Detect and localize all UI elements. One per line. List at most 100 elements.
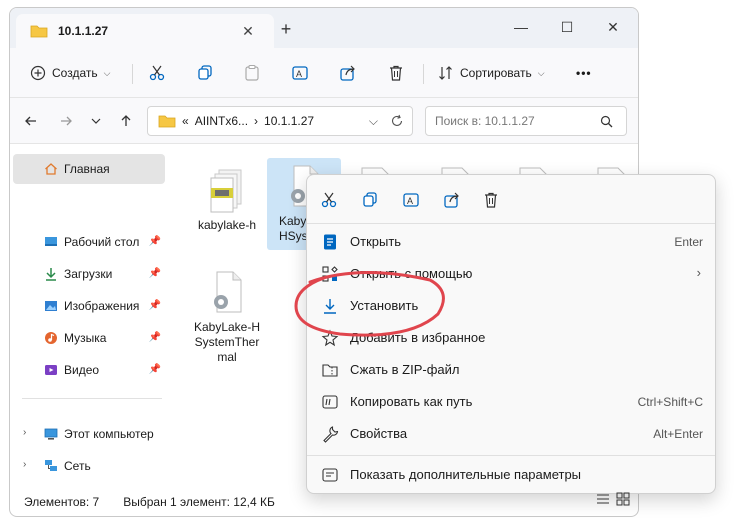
back-button[interactable] [18, 108, 44, 134]
tab-close-icon[interactable]: ✕ [240, 23, 256, 39]
rename-icon: A [403, 193, 419, 207]
chevron-right-icon[interactable]: › [23, 427, 26, 438]
chevron-down-icon: ⌵ [103, 67, 111, 78]
sidebar-item-desktop[interactable]: Рабочий стол 📌 [13, 227, 165, 257]
selection-info: Выбран 1 элемент: 12,4 КБ [123, 495, 275, 509]
context-rename-button[interactable]: A [398, 187, 424, 213]
chevron-down-icon: ⌵ [537, 67, 545, 78]
context-item-label: Свойства [350, 426, 408, 441]
forward-button[interactable] [53, 108, 79, 134]
details-view-icon[interactable] [596, 492, 610, 506]
context-delete-button[interactable] [478, 187, 504, 213]
context-share-button[interactable] [439, 187, 465, 213]
create-button[interactable]: Создать ⌵ [30, 60, 110, 86]
sidebar-item-label: Главная [64, 162, 110, 176]
sidebar-item-music[interactable]: Музыка 📌 [13, 323, 165, 353]
file-name: kabylake-h [197, 218, 257, 232]
svg-text:A: A [296, 69, 302, 79]
context-item-label: Сжать в ZIP-файл [350, 362, 460, 377]
item-count: Элементов: 7 [24, 495, 100, 509]
paste-button[interactable] [243, 60, 261, 86]
sort-label: Сортировать [460, 66, 532, 80]
arrow-left-icon [25, 116, 36, 126]
highlight-ellipse [294, 271, 445, 337]
sort-button[interactable]: Сортировать ⌵ [438, 60, 545, 86]
desktop-icon [45, 237, 57, 246]
copy-button[interactable] [196, 60, 214, 86]
context-cut-button[interactable] [316, 187, 342, 213]
context-item-label: Копировать как путь [350, 394, 473, 409]
download-icon [46, 268, 56, 281]
context-item-label: Показать дополнительные параметры [350, 467, 582, 482]
sidebar-item-label: Изображения [64, 299, 140, 313]
chevron-right-icon: › [696, 265, 701, 280]
context-divider [307, 455, 715, 456]
sort-icon [439, 66, 452, 80]
arrow-right-icon [61, 116, 72, 126]
more-options-icon [322, 468, 338, 482]
more-options-button[interactable]: ••• [576, 60, 592, 86]
breadcrumb-separator: › [254, 114, 259, 128]
new-tab-button[interactable]: + [274, 18, 298, 40]
sidebar-item-home[interactable]: Главная [13, 154, 165, 184]
pin-icon[interactable]: 📌 [149, 300, 161, 311]
pin-icon[interactable]: 📌 [149, 332, 161, 343]
breadcrumb-segment[interactable]: AIINTx6... [195, 114, 248, 128]
sidebar-item-pictures[interactable]: Изображения 📌 [13, 291, 165, 321]
copy-path-icon [322, 395, 338, 409]
breadcrumb-overflow[interactable]: « [182, 114, 189, 128]
share-button[interactable] [339, 60, 357, 86]
context-copy-button[interactable] [357, 187, 383, 213]
refresh-icon[interactable] [390, 114, 404, 128]
context-open[interactable]: Открыть Enter [313, 227, 711, 257]
close-button[interactable]: ✕ [590, 14, 636, 40]
maximize-button[interactable]: ☐ [544, 14, 590, 40]
network-icon [45, 460, 57, 471]
share-icon [340, 65, 355, 81]
sidebar-item-this-pc[interactable]: › Этот компьютер [13, 419, 165, 449]
pin-icon[interactable]: 📌 [149, 236, 161, 247]
toolbar-separator [423, 64, 424, 84]
navigation-pane: Главная Рабочий стол 📌 Загрузки 📌 Изобра… [10, 144, 168, 488]
search-icon[interactable] [600, 115, 613, 128]
file-item[interactable]: KabyLake-HSystemThermal [190, 264, 264, 365]
sidebar-item-label: Загрузки [64, 267, 113, 281]
tab-current[interactable]: 10.1.1.27 ✕ [16, 14, 274, 48]
context-item-shortcut: Ctrl+Shift+C [637, 395, 703, 409]
chevron-down-icon[interactable]: ⌵ [369, 114, 378, 129]
pin-icon[interactable]: 📌 [149, 364, 161, 375]
context-show-more-options[interactable]: Показать дополнительные параметры [313, 460, 711, 490]
sidebar-item-network[interactable]: › Сеть [13, 451, 165, 481]
music-icon [45, 332, 57, 344]
tiles-view-icon[interactable] [616, 492, 630, 506]
address-row: « AIINTx6... › 10.1.1.27 ⌵ Поиск в: 10.1… [10, 98, 638, 144]
file-name: KabyLake-HSystemThermal [193, 320, 261, 364]
breadcrumb-segment[interactable]: 10.1.1.27 [264, 114, 314, 128]
sidebar-item-downloads[interactable]: Загрузки 📌 [13, 259, 165, 289]
chevron-down-icon [91, 118, 101, 124]
file-item[interactable]: kabylake-h [190, 162, 264, 233]
context-copy-path[interactable]: Копировать как путь Ctrl+Shift+C [313, 387, 711, 417]
rename-button[interactable]: A [291, 60, 309, 86]
scissors-icon [149, 65, 165, 81]
delete-button[interactable] [387, 60, 405, 86]
rename-icon: A [292, 66, 308, 80]
search-input[interactable]: Поиск в: 10.1.1.27 [425, 106, 627, 136]
chevron-right-icon[interactable]: › [23, 459, 26, 470]
pictures-icon [45, 301, 57, 311]
toolbar-separator [132, 64, 133, 84]
sidebar-item-videos[interactable]: Видео 📌 [13, 355, 165, 385]
recent-locations-button[interactable] [83, 108, 109, 134]
context-item-shortcut: Enter [674, 235, 703, 249]
up-button[interactable] [113, 108, 139, 134]
address-bar[interactable]: « AIINTx6... › 10.1.1.27 ⌵ [147, 106, 413, 136]
pin-icon[interactable]: 📌 [149, 268, 161, 279]
context-compress-zip[interactable]: Сжать в ZIP-файл [313, 355, 711, 385]
wrench-icon [323, 426, 339, 443]
sidebar-divider [22, 398, 162, 399]
plus-circle-icon [30, 65, 46, 81]
sidebar-item-label: Рабочий стол [64, 235, 140, 249]
context-properties[interactable]: Свойства Alt+Enter [313, 419, 711, 449]
cut-button[interactable] [148, 60, 166, 86]
minimize-button[interactable]: — [498, 14, 544, 40]
